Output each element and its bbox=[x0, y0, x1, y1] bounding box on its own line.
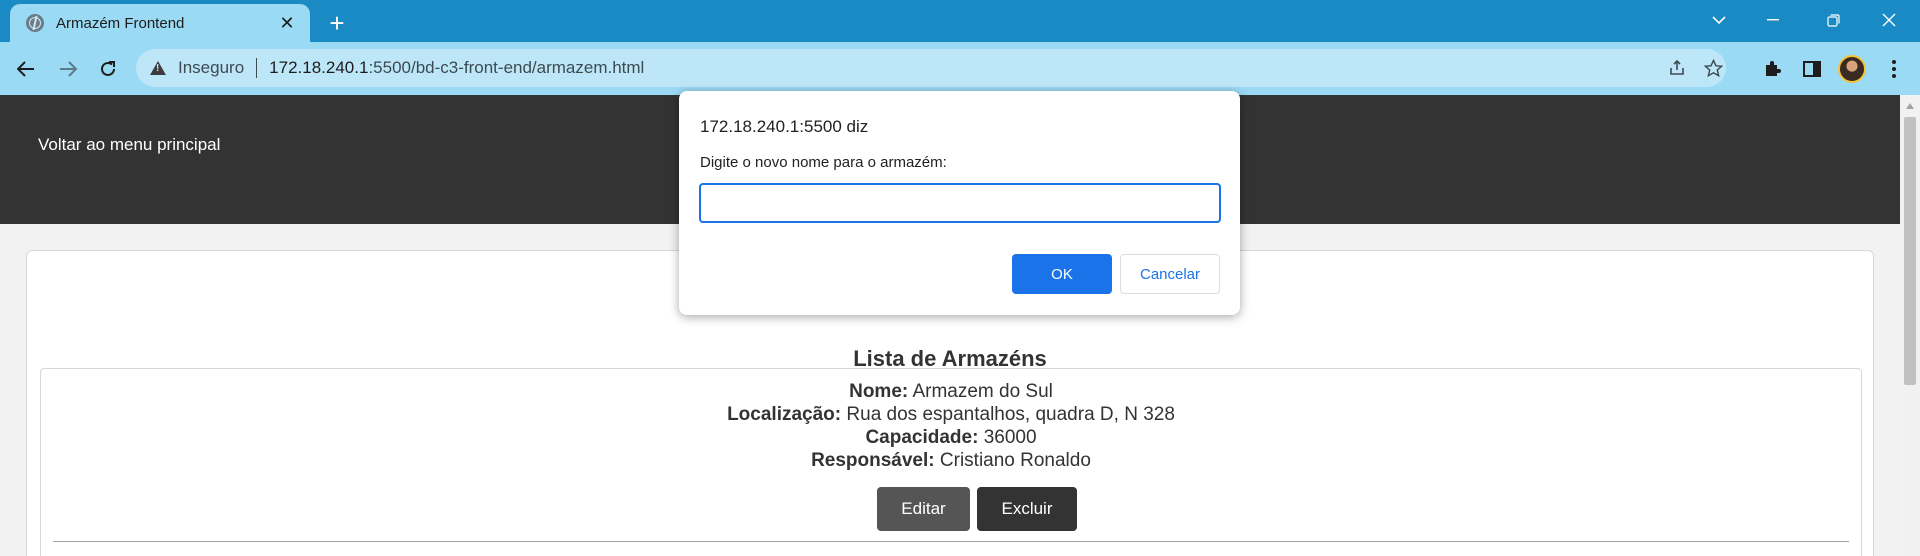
dialog-origin: 172.18.240.1:5500 diz bbox=[700, 117, 869, 136]
prompt-dialog: 172.18.240.1:5500 diz Digite o novo nome… bbox=[679, 91, 1240, 315]
dialog-message: Digite o novo nome para o armazém: bbox=[700, 154, 947, 171]
extensions-icon[interactable] bbox=[1758, 55, 1786, 83]
warehouse-item: Nome: Armazem do Sul Localização: Rua do… bbox=[40, 368, 1862, 556]
tab-title: Armazém Frontend bbox=[56, 14, 185, 32]
tab-strip: Armazém Frontend ✕ + bbox=[0, 0, 1920, 42]
menu-icon[interactable] bbox=[1880, 55, 1908, 83]
responsible-value: Cristiano Ronaldo bbox=[939, 450, 1091, 471]
capacity-value: 36000 bbox=[983, 427, 1037, 448]
cancel-button[interactable]: Cancelar bbox=[1120, 254, 1220, 294]
ok-button[interactable]: OK bbox=[1012, 254, 1112, 294]
browser-tab[interactable]: Armazém Frontend ✕ bbox=[10, 4, 310, 42]
scroll-thumb[interactable] bbox=[1904, 117, 1916, 385]
responsible-label: Responsável: bbox=[811, 450, 935, 471]
field-name: Nome: Armazem do Sul bbox=[41, 381, 1861, 403]
field-responsible: Responsável: Cristiano Ronaldo bbox=[41, 450, 1861, 472]
scroll-up-arrow-icon[interactable] bbox=[1906, 103, 1914, 109]
sidepanel-icon[interactable] bbox=[1798, 55, 1826, 83]
capacity-label: Capacidade: bbox=[865, 427, 979, 448]
warning-icon bbox=[150, 61, 166, 75]
restore-icon[interactable] bbox=[1810, 0, 1856, 40]
page-scrollbar[interactable] bbox=[1900, 95, 1920, 556]
field-location: Localização: Rua dos espantalhos, quadra… bbox=[41, 404, 1861, 426]
profile-avatar[interactable] bbox=[1838, 55, 1866, 83]
edit-button[interactable]: Editar bbox=[877, 487, 970, 531]
location-label: Localização: bbox=[727, 404, 842, 425]
new-name-input[interactable] bbox=[699, 183, 1221, 223]
location-value: Rua dos espantalhos, quadra D, N 328 bbox=[846, 404, 1175, 425]
browser-toolbar: Inseguro 172.18.240.1:5500/bd-c3-front-e… bbox=[0, 42, 1920, 95]
share-icon[interactable] bbox=[1668, 49, 1686, 87]
new-tab-button[interactable]: + bbox=[322, 8, 352, 38]
star-icon[interactable] bbox=[1704, 49, 1723, 87]
tab-close-icon[interactable]: ✕ bbox=[276, 12, 298, 34]
reload-icon[interactable] bbox=[94, 55, 122, 83]
field-capacity: Capacidade: 36000 bbox=[41, 427, 1861, 449]
name-value: Armazem do Sul bbox=[912, 381, 1053, 402]
item-divider bbox=[53, 541, 1849, 542]
back-icon[interactable] bbox=[12, 55, 40, 83]
forward-icon[interactable] bbox=[54, 55, 82, 83]
omnibox-separator bbox=[256, 58, 258, 78]
tab-search-icon[interactable] bbox=[1696, 0, 1742, 40]
name-label: Nome: bbox=[849, 381, 909, 402]
globe-icon bbox=[26, 14, 44, 32]
url-host: 172.18.240.1 bbox=[269, 58, 369, 77]
address-bar[interactable]: Inseguro 172.18.240.1:5500/bd-c3-front-e… bbox=[136, 49, 1726, 87]
security-label[interactable]: Inseguro bbox=[178, 58, 244, 78]
back-to-menu-link[interactable]: Voltar ao menu principal bbox=[38, 135, 220, 155]
delete-button[interactable]: Excluir bbox=[977, 487, 1077, 531]
close-window-icon[interactable] bbox=[1866, 0, 1912, 40]
minimize-icon[interactable] bbox=[1750, 0, 1796, 40]
url-path: :5500/bd-c3-front-end/armazem.html bbox=[368, 58, 645, 77]
